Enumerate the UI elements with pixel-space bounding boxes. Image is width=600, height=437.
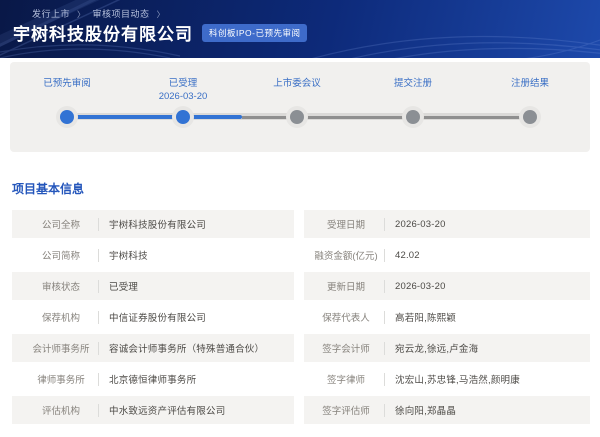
label-divider <box>384 372 385 386</box>
label-divider <box>384 279 385 293</box>
breadcrumb-item-project-updates[interactable]: 审核项目动态 <box>93 9 150 19</box>
field-value: 中水致远资产评估有限公司 <box>109 406 226 417</box>
page-header: 发行上市 〉 审核项目动态 〉 宇树科技股份有限公司 科创板IPO-已预先审阅 <box>0 0 600 58</box>
label-divider <box>98 310 99 324</box>
field-label: 评估机构 <box>41 406 80 417</box>
field-value: 宛云龙,徐远,卢金海 <box>395 344 479 355</box>
field-value: 2026-03-20 <box>395 280 446 292</box>
label-divider <box>98 403 99 417</box>
project-basic-info-table: 公司全称 宇树科技股份有限公司 受理日期 2026-03-20 公司简称 宇树科… <box>12 210 590 427</box>
breadcrumb-separator: 〉 <box>156 10 166 19</box>
field-value: 42.02 <box>395 249 420 261</box>
label-divider <box>98 248 99 262</box>
field-label: 律师事务所 <box>37 375 85 386</box>
label-divider <box>98 372 99 386</box>
label-divider <box>98 217 99 231</box>
field-value: 北京德恒律师事务所 <box>109 375 197 386</box>
step-label-prereviewed: 已预先审阅 <box>43 78 91 89</box>
field-label: 更新日期 <box>326 282 365 293</box>
table-row: 公司全称 宇树科技股份有限公司 受理日期 2026-03-20 <box>12 210 590 238</box>
field-value: 宇树科技 <box>109 251 148 262</box>
table-row: 审核状态 已受理 更新日期 2026-03-20 <box>12 272 590 300</box>
label-divider <box>384 310 385 324</box>
breadcrumb-separator: 〉 <box>77 10 86 19</box>
field-value: 沈宏山,苏忠锋,马浩然,颜明康 <box>395 375 520 386</box>
table-row: 公司简称 宇树科技 融资金额(亿元) 42.02 <box>12 241 590 269</box>
step-dot-registration-submitted <box>402 106 424 128</box>
field-label: 签字律师 <box>326 375 365 386</box>
field-label: 公司简称 <box>41 251 80 262</box>
section-title-basic-info: 项目基本信息 <box>12 182 85 196</box>
review-progress-stepper: 已预先审阅 已受理 2026-03-20 上市委会议 提交注册 注册结果 <box>10 62 590 152</box>
label-divider <box>384 217 385 231</box>
label-divider <box>98 279 99 293</box>
field-value: 中信证券股份有限公司 <box>109 313 207 324</box>
label-divider <box>384 248 385 262</box>
label-divider <box>98 341 99 355</box>
field-value: 高若阳,陈熙颖 <box>395 313 457 324</box>
field-label: 公司全称 <box>41 220 80 231</box>
step-label-committee-meeting: 上市委会议 <box>273 78 321 89</box>
field-value: 容诚会计师事务所（特殊普通合伙） <box>109 344 265 355</box>
step-date: 2026-03-20 <box>158 91 208 102</box>
status-badge: 科创板IPO-已预先审阅 <box>202 23 308 42</box>
step-dot-committee-meeting <box>286 106 308 128</box>
step-label-registration-result: 注册结果 <box>510 78 549 89</box>
stepper-completed-line <box>67 115 242 119</box>
step-label-registration-submitted: 提交注册 <box>393 78 432 89</box>
table-row: 会计师事务所 容诚会计师事务所（特殊普通合伙） 签字会计师 宛云龙,徐远,卢金海 <box>12 334 590 362</box>
field-value: 已受理 <box>109 282 139 293</box>
page-title: 宇树科技股份有限公司 <box>13 25 193 44</box>
step-dot-registration-result <box>519 106 541 128</box>
field-label: 保荐代表人 <box>322 313 370 324</box>
breadcrumb-item-issuance[interactable]: 发行上市 <box>32 9 70 19</box>
field-label: 签字会计师 <box>322 344 370 355</box>
step-dot-prereviewed <box>56 106 78 128</box>
step-label-accepted: 已受理 2026-03-20 <box>123 77 243 103</box>
field-label: 融资金额(亿元) <box>314 251 378 262</box>
field-value: 2026-03-20 <box>395 218 446 230</box>
field-label: 会计师事务所 <box>32 344 90 355</box>
field-label: 受理日期 <box>326 220 365 231</box>
field-label: 保荐机构 <box>41 313 80 324</box>
ipo-project-page: 发行上市 〉 审核项目动态 〉 宇树科技股份有限公司 科创板IPO-已预先审阅 … <box>0 0 600 437</box>
table-row: 评估机构 中水致远资产评估有限公司 签字评估师 徐向阳,郑晶晶 <box>12 396 590 424</box>
field-label: 审核状态 <box>41 282 80 293</box>
step-dot-accepted <box>172 106 194 128</box>
label-divider <box>384 403 385 417</box>
field-value: 宇树科技股份有限公司 <box>109 220 207 231</box>
table-row: 律师事务所 北京德恒律师事务所 签字律师 沈宏山,苏忠锋,马浩然,颜明康 <box>12 365 590 393</box>
field-label: 签字评估师 <box>322 406 370 417</box>
label-divider <box>384 341 385 355</box>
field-value: 徐向阳,郑晶晶 <box>395 406 457 417</box>
table-row: 保荐机构 中信证券股份有限公司 保荐代表人 高若阳,陈熙颖 <box>12 303 590 331</box>
breadcrumb: 发行上市 〉 审核项目动态 〉 <box>32 7 169 20</box>
